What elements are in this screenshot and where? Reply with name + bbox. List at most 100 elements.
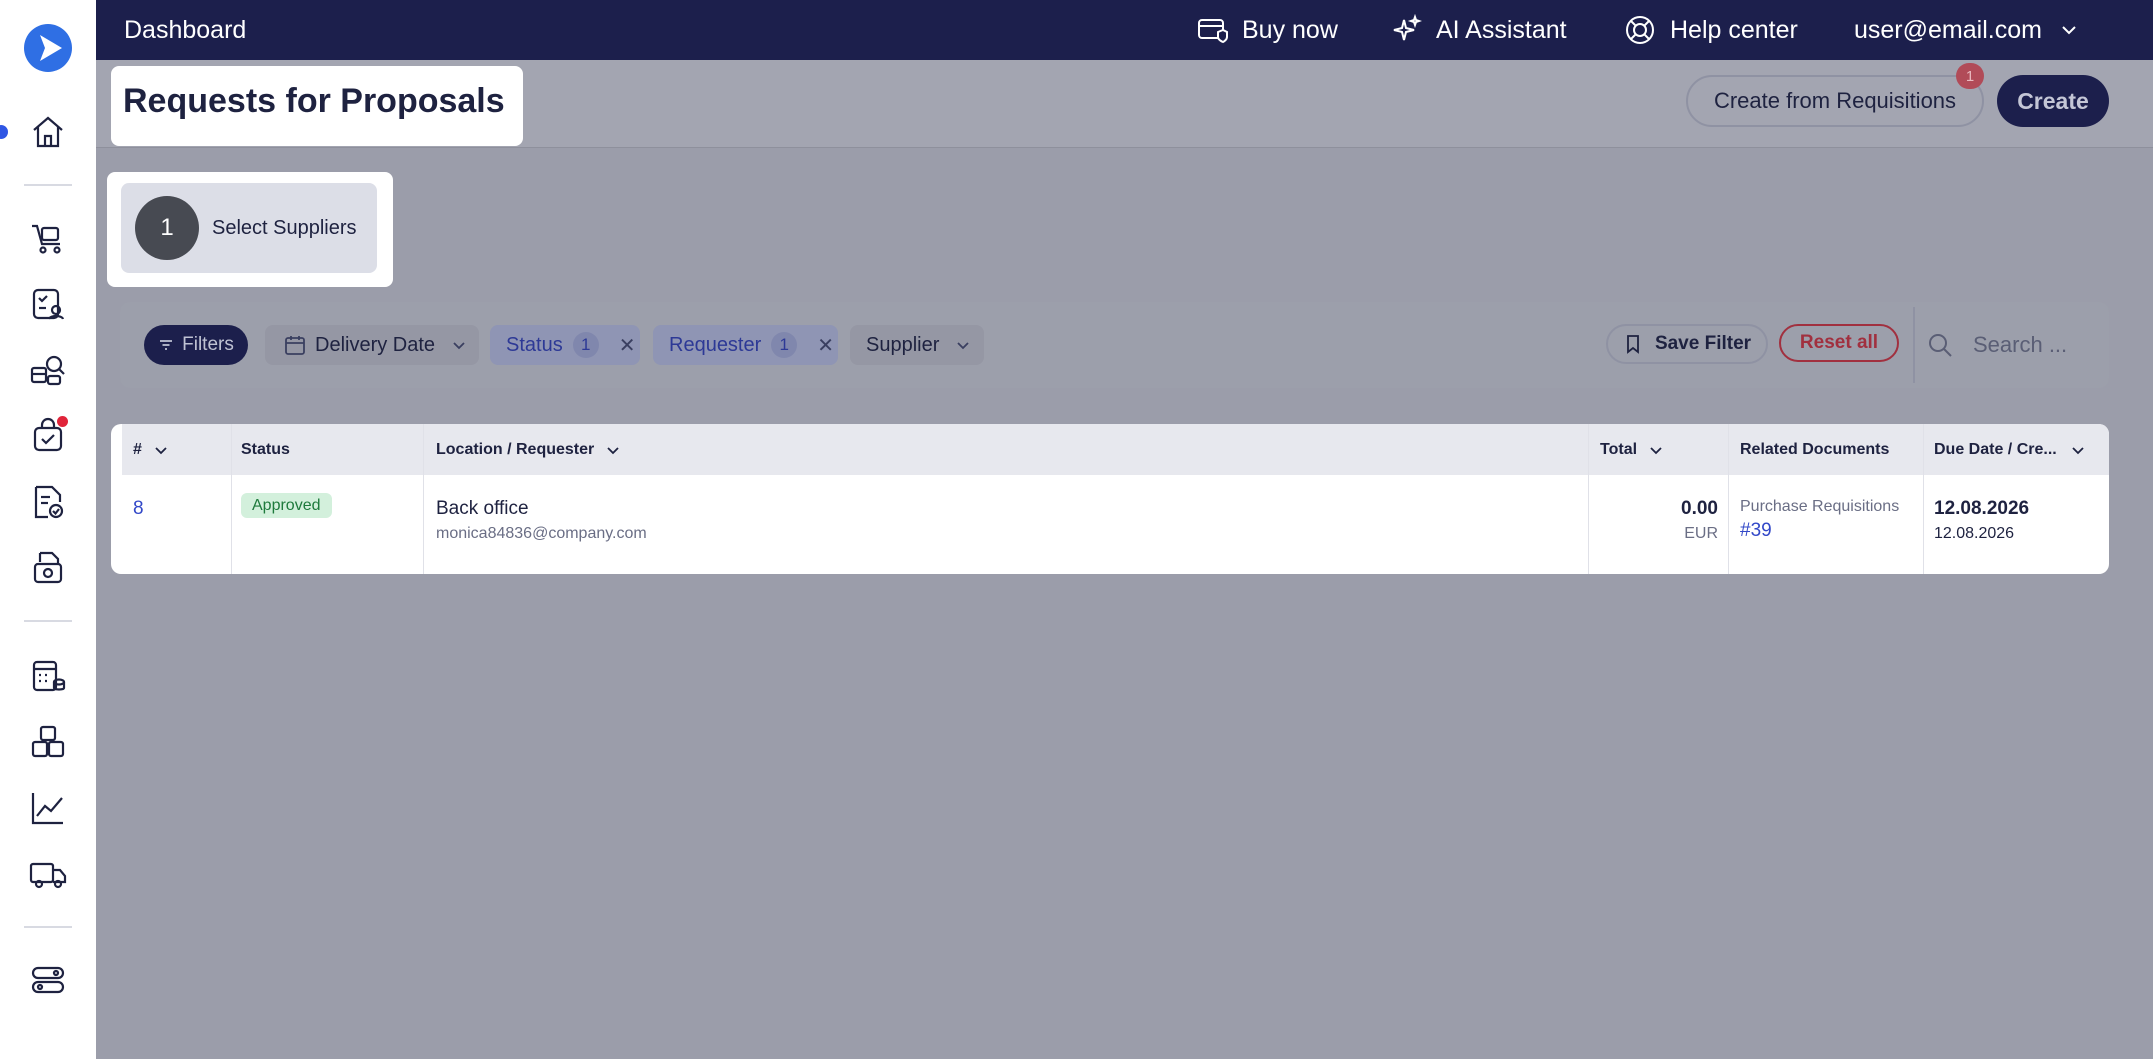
row-requester: monica84836@company.com [436,525,647,542]
supplier-filter[interactable]: Supplier [850,325,984,365]
column-header-location[interactable]: Location / Requester [436,441,620,459]
delivery-truck-icon[interactable] [28,854,68,894]
requester-filter-count: 1 [771,332,798,358]
row-related-type: Purchase Requisitions [1740,498,1900,515]
analytics-chart-icon[interactable] [28,788,68,828]
home-icon[interactable] [28,112,68,152]
close-icon[interactable]: ✕ [817,333,834,358]
chevron-down-icon [453,342,465,350]
create-button[interactable]: Create [1997,75,2109,127]
notification-dot [57,416,68,427]
delivery-date-filter[interactable]: Delivery Date [265,325,479,365]
row-created-date: 12.08.2026 [1934,525,2015,542]
calendar-icon [285,336,305,355]
requester-filter-label: Requester [669,333,762,356]
help-center-label: Help center [1670,15,1798,44]
active-indicator [0,125,8,139]
stepper-card: 1 Select Suppliers [107,172,393,287]
buy-now-link[interactable]: Buy now [1196,12,1338,48]
bookmark-icon [1627,335,1639,354]
help-center-link[interactable]: Help center [1624,12,1798,48]
sparkles-icon [1393,14,1422,41]
proposals-table: # Status Location / Requester Total Rela… [111,424,2109,574]
column-header-related-label: Related Documents [1740,441,1890,458]
credit-card-shield-icon [1198,19,1228,44]
top-bar: Dashboard Buy now AI Assistant Help cent… [96,0,2153,60]
step-select-suppliers[interactable]: 1 Select Suppliers [121,183,377,273]
sidebar-divider [24,926,72,928]
row-total: 0.00 [1681,498,1718,519]
lifebuoy-icon [1626,16,1654,44]
column-header-number-label: # [133,441,142,458]
column-header-total-label: Total [1600,441,1638,458]
column-header-location-label: Location / Requester [436,441,595,458]
step-label: Select Suppliers [212,216,357,239]
filters-button[interactable]: Filters [144,325,248,365]
close-icon[interactable]: ✕ [619,333,636,358]
chevron-down-icon [2072,447,2084,455]
delivery-date-label: Delivery Date [315,333,436,356]
column-divider [423,424,424,574]
save-filter-label: Save Filter [1654,333,1752,354]
column-header-due[interactable]: Due Date / Cre... [1934,441,2085,459]
requester-filter[interactable]: Requester 1 ✕ [653,325,838,365]
column-header-status: Status [241,441,290,459]
row-related-link[interactable]: #39 [1740,520,1772,542]
row-number-link[interactable]: 8 [133,498,144,520]
column-divider [1923,424,1924,574]
sidebar-divider [24,184,72,186]
status-filter[interactable]: Status 1 ✕ [490,325,640,365]
supplier-filter-label: Supplier [866,333,940,356]
dashboard-title[interactable]: Dashboard [124,16,246,45]
supplier-search-icon[interactable] [28,350,68,390]
search-input[interactable]: Search ... [1927,325,2097,365]
column-header-status-label: Status [241,441,290,458]
ai-assistant-label: AI Assistant [1436,15,1567,44]
column-divider [231,424,232,574]
status-badge: Approved [241,493,332,518]
search-placeholder: Search ... [1973,332,2068,357]
inventory-boxes-icon[interactable] [28,722,68,762]
search-icon [1929,334,1952,357]
notification-badge: 1 [1956,63,1984,89]
filters-label: Filters [182,334,234,355]
ai-assistant-link[interactable]: AI Assistant [1390,12,1567,48]
step-number: 1 [135,196,199,260]
page-title-card: Requests for Proposals [111,66,523,146]
chevron-down-icon [2062,26,2076,35]
row-currency: EUR [1684,525,1718,542]
chevron-down-icon [155,447,167,455]
column-header-total[interactable]: Total [1600,441,1663,459]
status-filter-label: Status [506,333,563,356]
sidebar [0,0,96,1059]
user-email: user@email.com [1854,15,2042,44]
document-check-icon[interactable] [28,482,68,522]
user-menu[interactable]: user@email.com [1854,12,2078,48]
save-filter-button[interactable]: Save Filter [1606,324,1768,364]
budget-calculator-icon[interactable] [28,656,68,696]
app-logo[interactable] [24,24,72,72]
reset-all-button[interactable]: Reset all [1779,324,1899,362]
column-header-related: Related Documents [1740,441,1889,459]
create-from-requisitions-button[interactable]: Create from Requisitions [1686,75,1984,127]
column-divider [1588,424,1589,574]
status-filter-count: 1 [572,332,599,358]
status-badge-label: Approved [241,493,332,518]
column-header-number[interactable]: # [133,441,168,459]
chevron-down-icon [1650,447,1662,455]
settings-toggles-icon[interactable] [28,960,68,1000]
checklist-user-icon[interactable] [28,284,68,324]
cart-icon[interactable] [28,218,68,258]
search-divider [1913,307,1915,383]
invoice-icon[interactable] [28,548,68,588]
column-header-due-label: Due Date / Cre... [1934,441,2057,458]
buy-now-label: Buy now [1242,15,1338,44]
column-divider [1728,424,1729,574]
row-location: Back office [436,498,529,519]
page-title: Requests for Proposals [123,82,505,120]
sidebar-divider [24,620,72,622]
filter-lines-icon [160,340,173,350]
row-due-date: 12.08.2026 [1934,498,2030,519]
chevron-down-icon [607,447,619,455]
chevron-down-icon [957,342,970,350]
